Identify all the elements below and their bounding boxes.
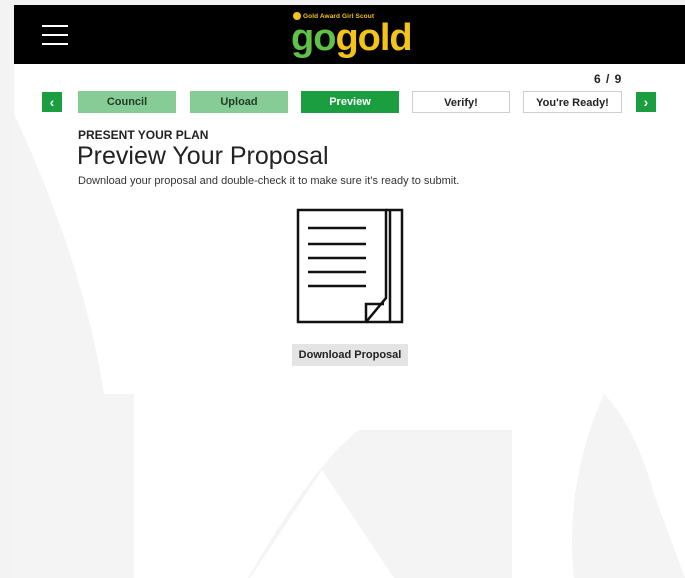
chevron-left-icon: ‹	[49, 94, 55, 110]
step-preview[interactable]: Preview	[301, 91, 399, 113]
download-proposal-button[interactable]: Download Proposal	[292, 344, 408, 366]
step-council[interactable]: Council	[78, 91, 176, 113]
hamburger-menu-icon[interactable]	[42, 25, 68, 45]
step-verify[interactable]: Verify!	[412, 91, 510, 113]
logo-wordmark: gogold	[291, 17, 413, 59]
chevron-right-icon: ›	[643, 94, 649, 110]
logo-word-go: go	[291, 17, 336, 59]
step-counter: 6 / 9	[594, 72, 623, 86]
document-icon	[296, 208, 404, 324]
gogold-logo[interactable]: Gold Award Girl Scout gogold	[291, 11, 413, 59]
logo-word-gold: gold	[335, 17, 412, 59]
step-youre-ready[interactable]: You're Ready!	[523, 91, 622, 113]
prev-step-button[interactable]: ‹	[42, 92, 62, 112]
step-upload[interactable]: Upload	[190, 91, 288, 113]
next-step-button[interactable]: ›	[636, 92, 656, 112]
page-title: Preview Your Proposal	[77, 142, 329, 170]
page-description: Download your proposal and double-check …	[78, 175, 460, 187]
section-eyebrow: PRESENT YOUR PLAN	[78, 128, 209, 142]
top-bar: Gold Award Girl Scout gogold	[14, 5, 685, 64]
main-content: 6 / 9 ‹ Council Upload Preview Verify! Y…	[14, 64, 685, 578]
